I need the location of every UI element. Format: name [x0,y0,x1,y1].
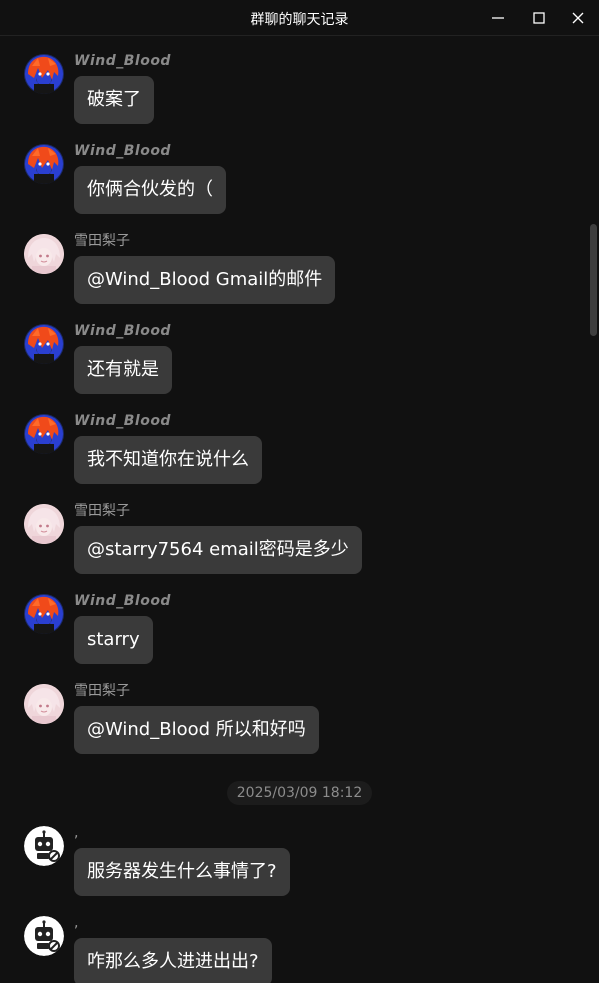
game-avatar-icon[interactable] [24,144,64,184]
sender-name: Wind_Blood [74,143,171,159]
message-item[interactable]: , 服务器发生什么事情了? [24,825,544,898]
message-list[interactable]: Wind_Blood 破案了 Wind_Blood 你俩合伙发的（ 雪田梨子 @… [0,36,599,983]
anime-girl-avatar-icon[interactable] [24,234,64,274]
sender-name: Wind_Blood [74,593,171,609]
message-item[interactable]: Wind_Blood 还有就是 [24,323,544,396]
minimize-icon [492,17,504,19]
robot-avatar-icon[interactable] [24,916,64,956]
message-bubble[interactable]: 服务器发生什么事情了? [74,848,290,896]
maximize-button[interactable] [524,5,554,31]
sender-name: , [74,915,79,931]
anime-girl-avatar-icon[interactable] [24,684,64,724]
chat-history-window: 群聊的聊天记录 Wind_Blood 破案了 Wind_Blood 你俩合伙发的… [0,0,599,983]
message-bubble[interactable]: 还有就是 [74,346,172,394]
message-bubble[interactable]: @starry7564 email密码是多少 [74,526,362,574]
message-bubble[interactable]: 破案了 [74,76,154,124]
message-item[interactable]: Wind_Blood 我不知道你在说什么 [24,413,544,486]
sender-name: 雪田梨子 [74,503,130,519]
anime-girl-avatar-icon[interactable] [24,504,64,544]
sender-name: Wind_Blood [74,53,171,69]
close-icon [572,12,584,24]
sender-name: Wind_Blood [74,323,171,339]
robot-avatar-icon[interactable] [24,826,64,866]
message-bubble[interactable]: starry [74,616,153,664]
message-bubble[interactable]: @Wind_Blood 所以和好吗 [74,706,319,754]
close-button[interactable] [563,5,593,31]
message-item[interactable]: Wind_Blood 破案了 [24,53,544,126]
game-avatar-icon[interactable] [24,414,64,454]
message-bubble[interactable]: 我不知道你在说什么 [74,436,262,484]
message-item[interactable]: 雪田梨子 @Wind_Blood 所以和好吗 [24,683,544,756]
scrollbar-thumb[interactable] [590,224,597,336]
message-bubble[interactable]: @Wind_Blood Gmail的邮件 [74,256,336,304]
message-item[interactable]: 雪田梨子 @Wind_Blood Gmail的邮件 [24,233,544,306]
message-item[interactable]: 雪田梨子 @starry7564 email密码是多少 [24,503,544,576]
game-avatar-icon[interactable] [24,594,64,634]
timestamp-divider: 2025/03/09 18:12 [227,781,372,805]
minimize-button[interactable] [483,5,513,31]
message-item[interactable]: , 咋那么多人进进出出? [24,915,544,983]
game-avatar-icon[interactable] [24,324,64,364]
sender-name: Wind_Blood [74,413,171,429]
sender-name: 雪田梨子 [74,233,130,249]
sender-name: , [74,825,79,841]
sender-name: 雪田梨子 [74,683,130,699]
message-bubble[interactable]: 咋那么多人进进出出? [74,938,272,983]
maximize-icon [533,12,545,24]
game-avatar-icon[interactable] [24,54,64,94]
message-item[interactable]: Wind_Bloodstarry [24,593,544,666]
title-bar: 群聊的聊天记录 [0,0,599,36]
message-item[interactable]: Wind_Blood 你俩合伙发的（ [24,143,544,216]
message-bubble[interactable]: 你俩合伙发的（ [74,166,226,214]
